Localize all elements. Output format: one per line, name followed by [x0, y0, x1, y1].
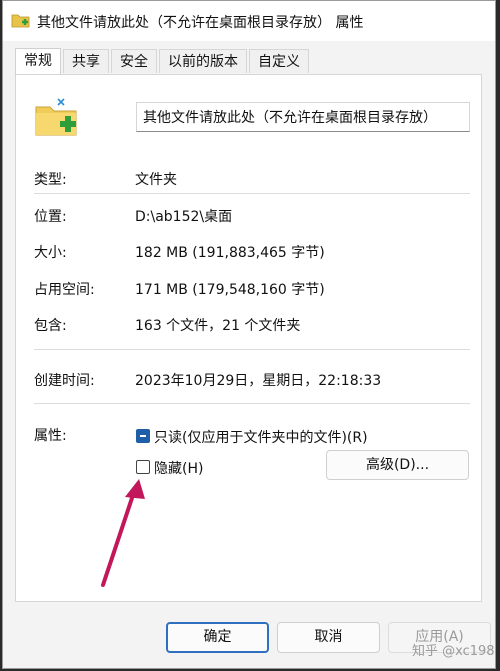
- annotation-arrow-icon: [101, 479, 145, 587]
- tab-security[interactable]: 安全: [111, 49, 157, 73]
- separator: [34, 193, 470, 194]
- type-label: 类型:: [34, 172, 67, 188]
- tab-strip: 常规 共享 安全 以前的版本 自定义: [15, 48, 311, 75]
- created-label: 创建时间:: [34, 373, 95, 389]
- size-value: 182 MB (191,883,465 字节): [135, 245, 325, 261]
- separator: [34, 349, 470, 350]
- location-value: D:\ab152\桌面: [135, 209, 233, 225]
- hidden-checkbox[interactable]: [136, 460, 150, 474]
- created-value: 2023年10月29日，星期日，22:18:33: [135, 373, 382, 389]
- tab-previous-versions[interactable]: 以前的版本: [159, 49, 247, 73]
- size-on-disk-label: 占用空间:: [34, 282, 95, 298]
- title-bar: 其他文件请放此处（不允许在桌面根目录存放） 属性: [3, 1, 495, 41]
- location-label: 位置:: [34, 209, 67, 225]
- tab-customize[interactable]: 自定义: [249, 49, 309, 73]
- general-panel: 类型: 文件夹 位置: D:\ab152\桌面 大小: 182 MB (191,…: [15, 74, 482, 602]
- attributes-label: 属性:: [34, 428, 67, 444]
- folder-title-icon: [11, 14, 30, 28]
- watermark: 知乎 @xc198: [412, 644, 495, 659]
- size-label: 大小:: [34, 245, 67, 261]
- contains-label: 包含:: [34, 318, 67, 334]
- advanced-button[interactable]: 高级(D)...: [326, 450, 469, 480]
- folder-icon: [35, 98, 77, 136]
- contains-value: 163 个文件，21 个文件夹: [135, 318, 301, 334]
- readonly-label: 只读(仅应用于文件夹中的文件)(R): [154, 430, 368, 446]
- ok-button[interactable]: 确定: [166, 622, 269, 653]
- hidden-label: 隐藏(H): [154, 461, 204, 477]
- tab-sharing[interactable]: 共享: [63, 49, 109, 73]
- type-value: 文件夹: [135, 172, 177, 188]
- separator: [34, 403, 470, 404]
- readonly-checkbox[interactable]: [136, 429, 150, 443]
- window-title: 其他文件请放此处（不允许在桌面根目录存放） 属性: [37, 15, 364, 31]
- folder-name-field[interactable]: [136, 102, 470, 132]
- cancel-button[interactable]: 取消: [277, 622, 380, 653]
- properties-dialog: 其他文件请放此处（不允许在桌面根目录存放） 属性 常规 共享 安全 以前的版本 …: [2, 0, 496, 669]
- size-on-disk-value: 171 MB (179,548,160 字节): [135, 282, 325, 298]
- tab-general[interactable]: 常规: [15, 48, 61, 75]
